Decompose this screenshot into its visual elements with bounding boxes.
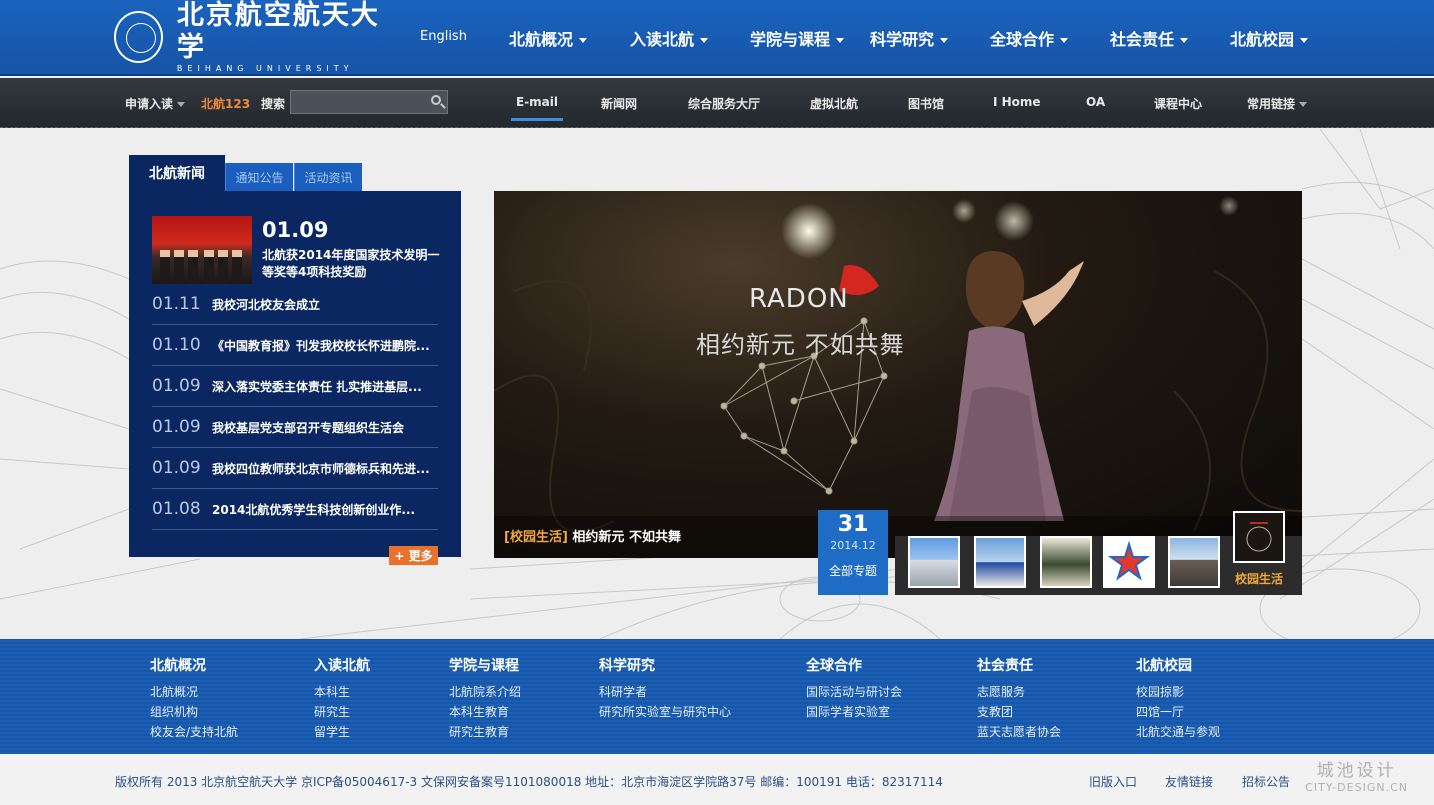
- footer-column-campus: 北航校园 校园掠影 四馆一厅 北航交通与参观: [1136, 658, 1221, 739]
- thumbnail-1[interactable]: [908, 536, 960, 588]
- nav-item-campus[interactable]: 北航校园: [1230, 26, 1309, 50]
- news-site-link[interactable]: 新闻网: [601, 95, 637, 112]
- search-input[interactable]: [291, 91, 423, 113]
- library-link[interactable]: 图书馆: [908, 95, 944, 112]
- chevron-down-icon: [1060, 38, 1069, 43]
- star-logo-icon: [1107, 540, 1151, 581]
- list-item[interactable]: 01.09 我校四位教师获北京市师德标兵和先进...: [152, 448, 438, 489]
- special-day: 31: [837, 512, 869, 537]
- list-item[interactable]: 01.09 我校基层党支部召开专题组织生活会: [152, 407, 438, 448]
- all-topics-link[interactable]: 全部专题: [818, 562, 888, 579]
- virtual-beihang-link[interactable]: 虚拟北航: [810, 95, 858, 112]
- chevron-down-icon: [700, 38, 709, 43]
- watermark: 城池设计 CITY-DESIGN.CN: [1305, 761, 1408, 794]
- chevron-down-icon: [940, 38, 949, 43]
- footer-column-admission: 入读北航 本科生 研究生 留学生: [314, 658, 370, 739]
- tab-beihang-news[interactable]: 北航新闻: [129, 155, 225, 191]
- nav-item-admission[interactable]: 入读北航: [630, 26, 709, 50]
- chevron-down-icon: [1180, 38, 1189, 43]
- ihome-link[interactable]: I Home: [993, 95, 1041, 109]
- tab-events[interactable]: 活动资讯: [294, 163, 362, 191]
- footer-column-overview: 北航概况 北航概况 组织机构 校友会/支持北航: [150, 658, 239, 739]
- copyright-text: 版权所有 2013 北京航空航天大学 京ICP备05004617-3 文保网安备…: [115, 775, 943, 789]
- nav-item-schools[interactable]: 学院与课程: [750, 26, 845, 50]
- featured-news-date: 01.09: [262, 218, 329, 242]
- chevron-down-icon: [1299, 102, 1308, 107]
- chevron-down-icon: [177, 102, 186, 107]
- beihang123-link[interactable]: 北航123: [201, 95, 250, 112]
- list-item[interactable]: 01.10 《中国教育报》刊发我校校长怀进鹏院...: [152, 325, 438, 366]
- service-hall-link[interactable]: 综合服务大厅: [688, 95, 760, 112]
- chevron-down-icon: [579, 38, 588, 43]
- thumbnail-2[interactable]: [974, 536, 1026, 588]
- footer-sitemap: 北航概况 北航概况 组织机构 校友会/支持北航 入读北航 本科生 研究生 留学生…: [0, 639, 1434, 754]
- tender-notice-link[interactable]: 招标公告: [1242, 773, 1290, 790]
- friend-links-link[interactable]: 友情链接: [1165, 773, 1213, 790]
- search-label: 搜索: [261, 97, 286, 111]
- thumbnail-active[interactable]: [1233, 511, 1285, 563]
- search-icon[interactable]: [431, 95, 441, 105]
- special-year-month: 2014.12: [830, 539, 876, 552]
- list-item[interactable]: 01.09 深入落实党委主体责任 扎实推进基层...: [152, 366, 438, 407]
- apply-dropdown[interactable]: 申请入读: [125, 95, 186, 112]
- hero-banner[interactable]: RADON 相约新元 不如共舞 [校园生活] 相约新元 不如共舞: [494, 191, 1302, 558]
- tab-notices[interactable]: 通知公告: [225, 163, 293, 191]
- thumbnail-3[interactable]: [1040, 536, 1092, 588]
- copyright-bar: 版权所有 2013 北京航空航天大学 京ICP备05004617-3 文保网安备…: [0, 754, 1434, 805]
- old-version-link[interactable]: 旧版入口: [1089, 773, 1137, 790]
- footer-column-schools: 学院与课程 北航院系介绍 本科生教育 研究生教育: [449, 658, 522, 739]
- nav-item-research[interactable]: 科学研究: [870, 26, 949, 50]
- list-item[interactable]: 01.08 2014北航优秀学生科技创新创业作...: [152, 489, 438, 530]
- english-link[interactable]: English: [420, 29, 467, 44]
- university-logo[interactable]: 北京航空航天大学 BEIHANG UNIVERSITY: [114, 0, 394, 73]
- featured-news-title[interactable]: 北航获2014年度国家技术发明一等奖等4项科技奖励: [262, 247, 447, 281]
- list-item[interactable]: 01.11 我校河北校友会成立: [152, 284, 438, 325]
- banner-slogan: 相约新元 不如共舞: [696, 331, 905, 359]
- special-topics-card[interactable]: 31 2014.12 全部专题: [818, 510, 888, 595]
- footer-column-social: 社会责任 志愿服务 支教团 蓝天志愿者协会: [977, 658, 1062, 739]
- footer-column-research: 科学研究 科研学者 研究所实验室与研究中心: [599, 658, 732, 719]
- thumbnail-active-art: [1246, 522, 1272, 552]
- logo-chinese-name: 北京航空航天大学: [176, 0, 380, 63]
- nav-item-social[interactable]: 社会责任: [1110, 26, 1189, 50]
- nav-item-overview[interactable]: 北航概况: [509, 26, 588, 50]
- thumbnail-4[interactable]: [1103, 536, 1155, 588]
- more-news-button[interactable]: + 更多: [389, 546, 438, 565]
- common-links-dropdown[interactable]: 常用链接: [1247, 95, 1308, 112]
- chevron-down-icon: [836, 38, 845, 43]
- banner-caption[interactable]: [校园生活] 相约新元 不如共舞: [504, 526, 681, 545]
- thumbnail-5[interactable]: [1168, 536, 1220, 588]
- chevron-down-icon: [1300, 38, 1309, 43]
- banner-illustration: [494, 196, 1302, 533]
- thumbnail-active-label: 校园生活: [1235, 572, 1284, 586]
- news-panel: 01.09 北航获2014年度国家技术发明一等奖等4项科技奖励 01.11 我校河…: [129, 191, 461, 557]
- email-link[interactable]: E-mail: [511, 95, 564, 121]
- logo-english-name: BEIHANG UNIVERSITY: [176, 64, 354, 73]
- university-seal-icon: [114, 11, 163, 63]
- footer-column-global: 全球合作 国际活动与研讨会 国际学者实验室: [806, 658, 903, 719]
- top-header: 北京航空航天大学 BEIHANG UNIVERSITY English 北航概况…: [0, 0, 1434, 76]
- oa-link[interactable]: OA: [1086, 95, 1105, 109]
- featured-news-photo[interactable]: [152, 216, 252, 284]
- nav-item-global[interactable]: 全球合作: [990, 26, 1069, 50]
- banner-brand: RADON: [749, 284, 849, 314]
- search-box: [290, 90, 448, 114]
- course-center-link[interactable]: 课程中心: [1154, 95, 1202, 112]
- utility-bar: 申请入读 北航123 搜索 E-mail 新闻网 综合服务大厅 虚拟北航 图书馆…: [0, 78, 1434, 128]
